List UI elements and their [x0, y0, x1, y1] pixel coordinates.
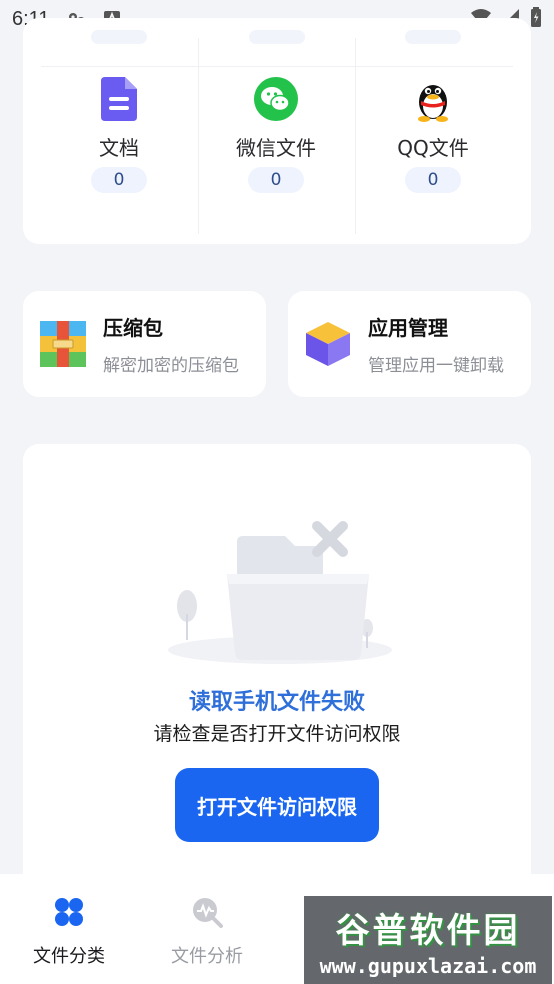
category-label: 文档 — [99, 136, 139, 160]
error-subtitle: 请检查是否打开文件访问权限 — [153, 723, 401, 745]
app-box-icon — [304, 320, 352, 368]
category-wechat-files[interactable]: 微信文件 0 — [198, 74, 354, 214]
category-count: 0 — [405, 167, 461, 193]
tool-subtitle: 解密加密的压缩包 — [103, 356, 239, 376]
category-documents[interactable]: 文档 0 — [41, 74, 197, 214]
file-category-card: 文档 0 微信文件 0 QQ文件 0 — [23, 18, 531, 244]
nav-file-category[interactable]: 文件分类 — [0, 874, 138, 984]
document-icon — [96, 76, 142, 122]
tool-title: 压缩包 — [103, 316, 163, 340]
category-count: 0 — [248, 167, 304, 193]
watermark-url: www.gupuxlazai.com — [319, 953, 537, 978]
tool-title: 应用管理 — [368, 316, 448, 340]
category-count: 0 — [91, 167, 147, 193]
ghost-count-pill — [91, 30, 147, 44]
category-label: QQ文件 — [397, 136, 469, 160]
battery-icon — [530, 6, 542, 32]
tool-app-manager[interactable]: 应用管理 管理应用一键卸载 — [288, 291, 531, 397]
file-access-error-card: 读取手机文件失败 请检查是否打开文件访问权限 打开文件访问权限 — [23, 444, 531, 904]
nav-label: 文件分析 — [171, 946, 243, 967]
category-qq-files[interactable]: QQ文件 0 — [355, 74, 511, 214]
wechat-icon — [253, 76, 299, 122]
site-watermark: 谷普软件园 www.gupuxlazai.com — [304, 896, 552, 984]
category-label: 微信文件 — [236, 136, 316, 160]
nav-label: 文件分类 — [33, 946, 105, 967]
row-divider — [41, 66, 513, 67]
analysis-magnifier-icon — [191, 896, 223, 928]
ghost-count-pill — [405, 30, 461, 44]
archive-icon — [39, 320, 87, 368]
tool-archive[interactable]: 压缩包 解密加密的压缩包 — [23, 291, 266, 397]
four-leaf-grid-icon — [53, 896, 85, 928]
error-title: 读取手机文件失败 — [188, 690, 365, 715]
qq-icon — [410, 76, 456, 122]
open-file-permission-button[interactable]: 打开文件访问权限 — [175, 768, 379, 842]
tool-subtitle: 管理应用一键卸载 — [368, 356, 504, 376]
ghost-count-pill — [249, 30, 305, 44]
empty-folder-illustration — [168, 521, 392, 664]
watermark-title: 谷普软件园 — [335, 910, 521, 951]
nav-file-analysis[interactable]: 文件分析 — [138, 874, 276, 984]
